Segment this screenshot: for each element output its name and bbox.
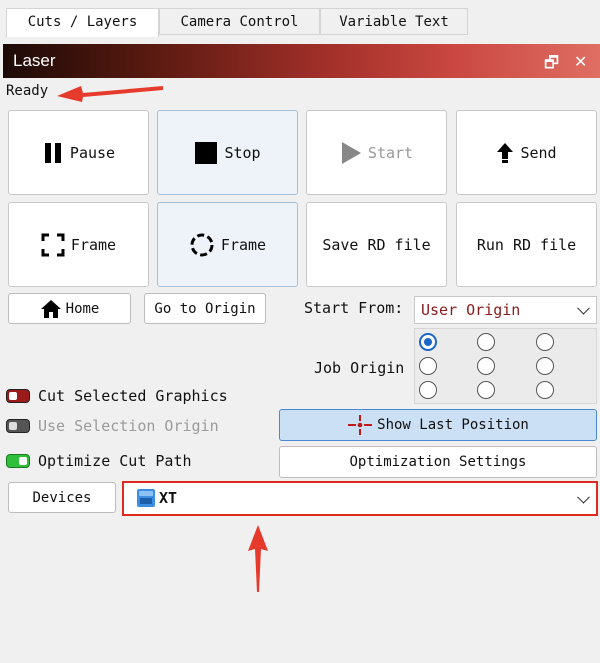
device-value: XT (159, 489, 178, 507)
cut-selected-toggle[interactable] (6, 389, 30, 403)
cut-selected-label: Cut Selected Graphics (38, 387, 228, 405)
frame-circle-icon (190, 233, 214, 256)
use-selection-origin-label: Use Selection Origin (38, 417, 219, 435)
go-to-origin-button[interactable]: Go to Origin (144, 293, 266, 324)
origin-radio-bottom-right[interactable] (536, 381, 554, 399)
restore-icon[interactable]: 🗗 (544, 52, 559, 79)
panel-title: Laser (13, 51, 56, 70)
origin-radio-middle-right[interactable] (536, 357, 554, 375)
origin-radio-bottom-left[interactable] (419, 381, 437, 399)
start-from-value: User Origin (421, 301, 521, 319)
start-from-label: Start From: (304, 299, 404, 317)
chevron-down-icon (577, 301, 590, 315)
origin-radio-top-right[interactable] (536, 333, 554, 351)
origin-radio-middle-center[interactable] (477, 357, 495, 375)
frame-circle-button[interactable]: Frame (157, 202, 298, 287)
run-rd-file-button[interactable]: Run RD file (456, 202, 597, 287)
origin-radio-top-left[interactable] (419, 333, 437, 351)
frame-label: Frame (70, 235, 117, 254)
device-icon (137, 489, 155, 507)
tab-variable-text[interactable]: Variable Text (320, 8, 468, 35)
show-last-position-button[interactable]: Show Last Position (279, 409, 597, 441)
upload-arrow-icon (497, 142, 514, 163)
optimization-settings-label: Optimization Settings (349, 454, 527, 470)
job-origin-grid (414, 328, 597, 404)
device-select[interactable]: XT (122, 481, 598, 516)
home-button[interactable]: Home (8, 293, 131, 324)
optimize-cut-path-toggle[interactable] (6, 454, 30, 468)
pause-label: Pause (69, 143, 116, 162)
devices-button[interactable]: Devices (8, 482, 116, 513)
annotation-arrow-left-icon (57, 86, 163, 102)
pause-button[interactable]: Pause (8, 110, 149, 195)
annotation-arrow-up-icon (248, 525, 268, 592)
show-last-position-label: Show Last Position (377, 417, 529, 433)
send-button[interactable]: Send (456, 110, 597, 195)
save-rd-label: Save RD file (322, 235, 431, 254)
close-icon[interactable]: ✕ (574, 52, 587, 71)
start-label: Start (367, 143, 414, 162)
origin-radio-top-center[interactable] (477, 333, 495, 351)
frame-button[interactable]: Frame (8, 202, 149, 287)
run-rd-label: Run RD file (476, 235, 577, 254)
origin-radio-middle-left[interactable] (419, 357, 437, 375)
play-icon (341, 141, 361, 164)
home-label: Home (65, 300, 100, 317)
crosshair-icon (348, 415, 373, 435)
stop-icon (195, 141, 218, 164)
devices-label: Devices (32, 489, 92, 506)
frame-circle-label: Frame (220, 235, 267, 254)
use-selection-origin-toggle[interactable] (6, 419, 30, 433)
start-from-select[interactable]: User Origin (414, 296, 597, 324)
status-text: Ready (6, 83, 49, 99)
stop-label: Stop (224, 143, 261, 162)
optimize-cut-path-label: Optimize Cut Path (38, 452, 192, 470)
origin-radio-bottom-center[interactable] (477, 381, 495, 399)
save-rd-file-button[interactable]: Save RD file (306, 202, 447, 287)
tab-camera-control[interactable]: Camera Control (159, 8, 320, 35)
send-label: Send (520, 143, 557, 162)
chevron-down-icon (577, 490, 590, 504)
home-icon (40, 299, 61, 318)
pause-icon (44, 142, 61, 163)
job-origin-label: Job Origin (314, 359, 405, 377)
start-button[interactable]: Start (306, 110, 447, 195)
stop-button[interactable]: Stop (157, 110, 298, 195)
optimization-settings-button[interactable]: Optimization Settings (279, 446, 597, 478)
go-to-origin-label: Go to Origin (154, 300, 256, 317)
frame-square-icon (41, 233, 65, 256)
laser-panel-titlebar: Laser 🗗 ✕ (3, 44, 600, 78)
tab-cuts-layers[interactable]: Cuts / Layers (6, 8, 159, 37)
